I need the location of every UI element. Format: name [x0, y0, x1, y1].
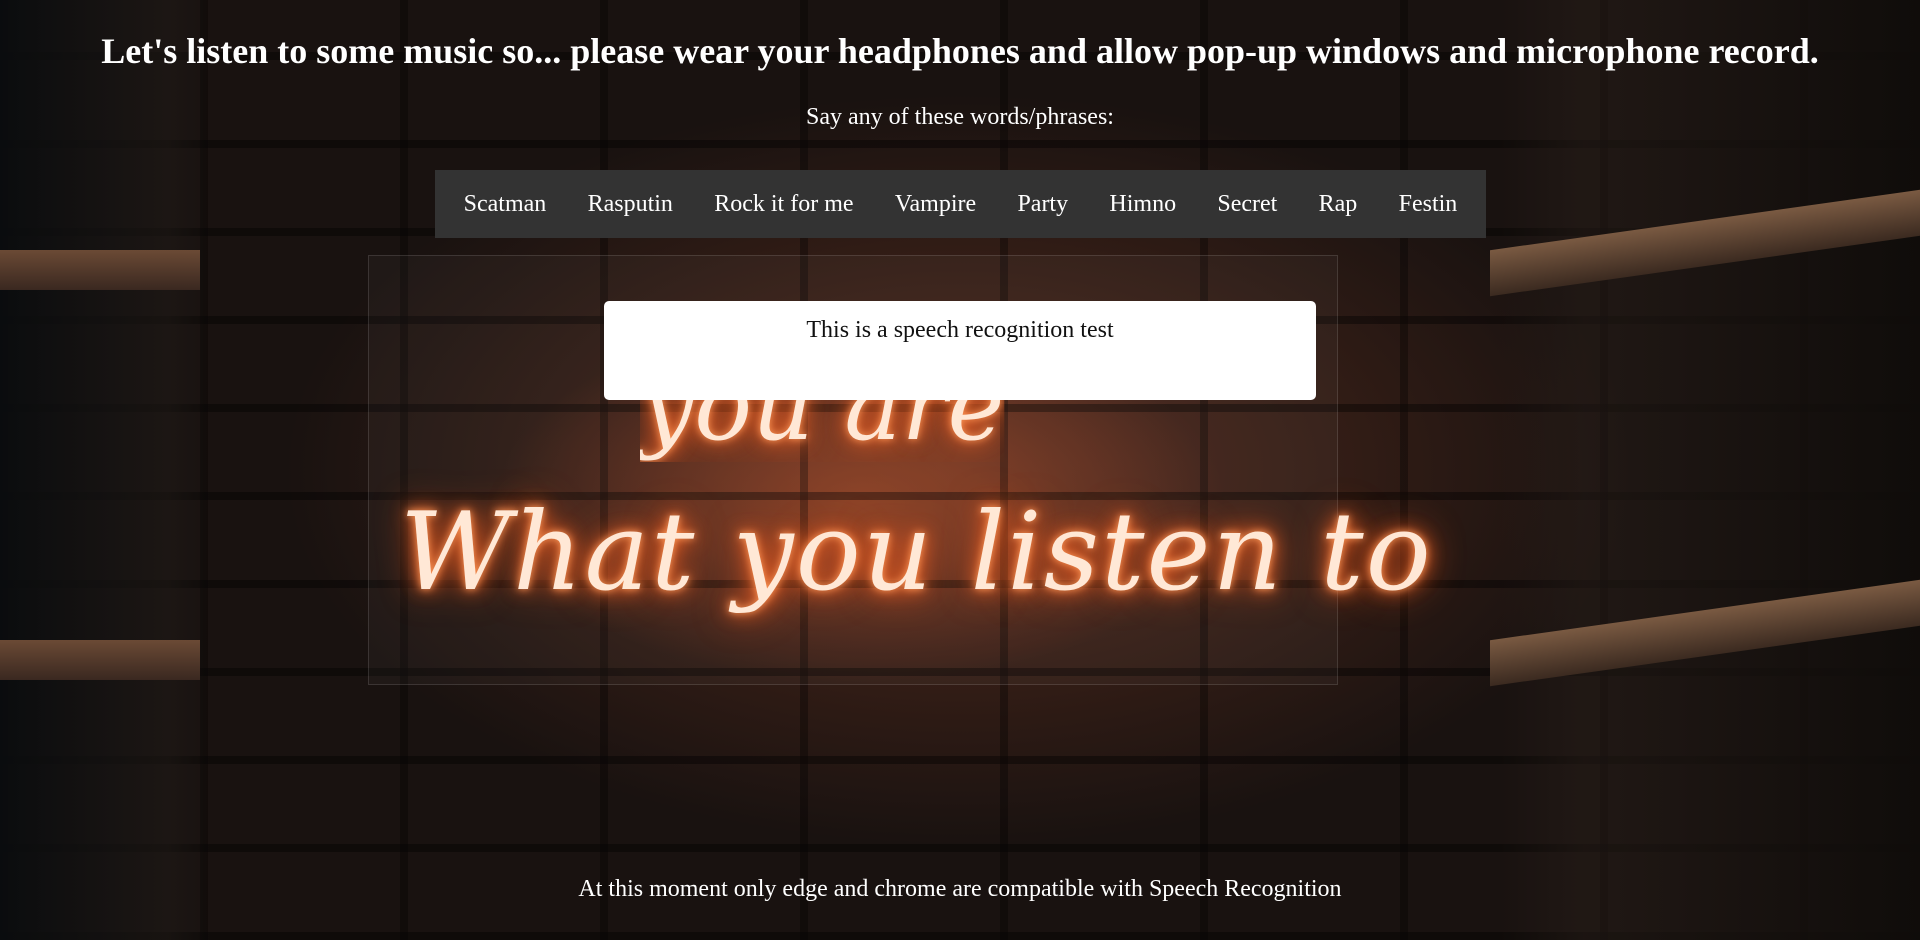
- phrase-secret[interactable]: Secret: [1205, 181, 1289, 228]
- page-title: Let's listen to some music so... please …: [101, 31, 1819, 71]
- phrase-rap[interactable]: Rap: [1307, 181, 1370, 228]
- phrase-list: Scatman Rasputin Rock it for me Vampire …: [435, 170, 1486, 238]
- phrase-rasputin[interactable]: Rasputin: [576, 181, 685, 228]
- phrase-rock-it-for-me[interactable]: Rock it for me: [702, 181, 865, 228]
- phrase-himno[interactable]: Himno: [1097, 181, 1188, 228]
- phrase-scatman[interactable]: Scatman: [452, 181, 559, 228]
- phrase-festin[interactable]: Festin: [1387, 181, 1470, 228]
- phrase-party[interactable]: Party: [1005, 181, 1080, 228]
- phrase-vampire[interactable]: Vampire: [883, 181, 988, 228]
- main-content: Let's listen to some music so... please …: [0, 0, 1920, 940]
- instructions-text: Say any of these words/phrases:: [806, 104, 1114, 130]
- speech-result-text: This is a speech recognition test: [806, 317, 1114, 343]
- speech-result-box: This is a speech recognition test: [604, 301, 1316, 400]
- compatibility-notice: At this moment only edge and chrome are …: [578, 876, 1342, 902]
